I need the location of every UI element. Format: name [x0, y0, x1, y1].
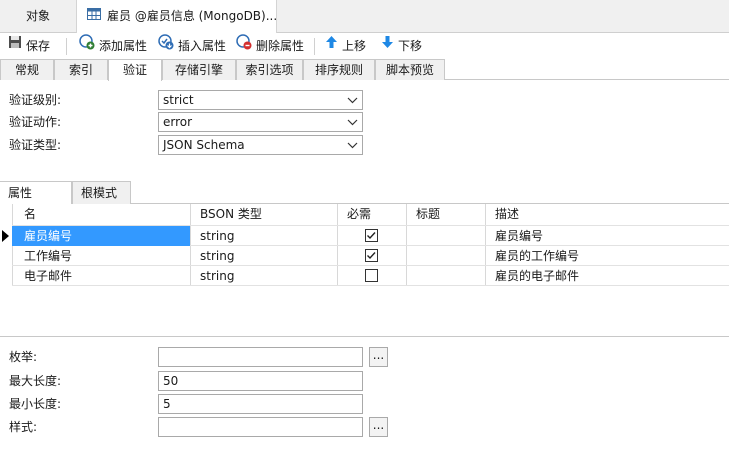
current-row-indicator-icon	[2, 230, 9, 242]
row-3-name[interactable]: 电子邮件	[24, 266, 72, 286]
row-1-required-checkbox[interactable]	[365, 229, 378, 242]
column-header-name[interactable]: 名	[24, 204, 36, 225]
chevron-down-icon	[347, 115, 358, 133]
tab-general[interactable]: 常规	[0, 59, 54, 80]
row-3-type[interactable]: string	[200, 266, 234, 286]
add-property-label: 添加属性	[99, 39, 148, 53]
tab-title: 雇员 @雇员信息 (MongoDB)...	[107, 9, 278, 23]
tab-indexes[interactable]: 索引	[54, 59, 108, 80]
min-length-label: 最小长度:	[9, 397, 62, 411]
save-icon	[8, 35, 22, 56]
insert-icon	[158, 34, 174, 57]
validation-type-value: JSON Schema	[163, 138, 245, 152]
validation-type-label: 验证类型:	[9, 138, 62, 152]
grid-divider	[12, 265, 729, 266]
tab-properties[interactable]: 属性	[0, 181, 72, 205]
row-2-type[interactable]: string	[200, 246, 234, 266]
move-down-label: 下移	[398, 39, 423, 53]
tab-script-preview[interactable]: 脚本预览	[375, 59, 445, 80]
checkmark-icon	[367, 252, 376, 260]
row-3-required-checkbox[interactable]	[365, 269, 378, 282]
tab-index-options[interactable]: 索引选项	[236, 59, 303, 80]
move-up-button[interactable]: 上移	[325, 36, 366, 57]
enum-browse-button[interactable]: ...	[369, 347, 388, 367]
delete-icon	[236, 34, 252, 57]
pattern-browse-button[interactable]: ...	[369, 417, 388, 437]
pattern-field[interactable]	[158, 417, 363, 437]
column-header-description[interactable]: 描述	[495, 204, 519, 225]
pattern-label: 样式:	[9, 420, 38, 434]
add-icon	[79, 34, 95, 57]
validation-level-value: strict	[163, 93, 194, 107]
enum-field[interactable]	[158, 347, 363, 367]
row-2-name[interactable]: 工作编号	[24, 246, 72, 266]
max-length-label: 最大长度:	[9, 374, 62, 388]
chevron-down-icon	[347, 93, 358, 111]
grid-divider	[12, 285, 729, 286]
tab-storage-engine[interactable]: 存储引擎	[162, 59, 236, 80]
add-property-button[interactable]: 添加属性	[79, 34, 148, 57]
enum-label: 枚举:	[9, 350, 38, 364]
validation-action-label: 验证动作:	[9, 115, 62, 129]
tab-validation[interactable]: 验证	[108, 59, 162, 81]
toolbar-separator	[314, 38, 315, 55]
save-button[interactable]: 保存	[8, 36, 50, 57]
row-3-description[interactable]: 雇员的电子邮件	[495, 266, 579, 286]
delete-property-label: 删除属性	[256, 39, 305, 53]
tab-root-schema[interactable]: 根模式	[72, 181, 131, 204]
validation-level-select[interactable]: strict	[158, 90, 363, 110]
column-header-bson-type[interactable]: BSON 类型	[200, 204, 262, 225]
checkmark-icon	[367, 232, 376, 240]
row-2-required-checkbox[interactable]	[365, 249, 378, 262]
tab-objects[interactable]: 对象	[0, 0, 77, 33]
tab-collation[interactable]: 排序规则	[303, 59, 375, 80]
document-tab-bar: 对象 雇员 @雇员信息 (MongoDB)...	[0, 0, 729, 34]
min-length-field[interactable]: 5	[158, 394, 363, 414]
arrow-down-icon	[381, 35, 394, 56]
column-header-required[interactable]: 必需	[347, 204, 371, 225]
tab-employee-collection[interactable]: 雇员 @雇员信息 (MongoDB)...	[77, 0, 277, 34]
toolbar-separator	[66, 38, 67, 55]
chevron-down-icon	[347, 138, 358, 156]
collection-grid-icon	[87, 1, 101, 33]
editor-tab-bar: 常规 索引 验证 存储引擎 索引选项 排序规则 脚本预览	[0, 59, 729, 81]
row-1-description[interactable]: 雇员编号	[495, 226, 543, 246]
validation-type-select[interactable]: JSON Schema	[158, 135, 363, 155]
properties-grid: 名 BSON 类型 必需 标题 描述 雇员编号 string 雇员编号 工作编号…	[0, 204, 729, 337]
toolbar: 保存 添加属性 插入属性 删除属性 上移 下移	[0, 33, 729, 60]
validation-action-value: error	[163, 115, 193, 129]
save-label: 保存	[26, 39, 51, 53]
insert-property-label: 插入属性	[178, 39, 227, 53]
move-down-button[interactable]: 下移	[381, 36, 422, 57]
row-1-name[interactable]: 雇员编号	[24, 226, 72, 246]
schema-tab-bar: 属性 根模式	[0, 181, 729, 205]
row-2-description[interactable]: 雇员的工作编号	[495, 246, 579, 266]
row-1-type[interactable]: string	[200, 226, 234, 246]
validation-level-label: 验证级别:	[9, 93, 62, 107]
delete-property-button[interactable]: 删除属性	[236, 34, 305, 57]
insert-property-button[interactable]: 插入属性	[158, 34, 227, 57]
column-header-title[interactable]: 标题	[416, 204, 440, 225]
validation-action-select[interactable]: error	[158, 112, 363, 132]
arrow-up-icon	[325, 35, 338, 56]
move-up-label: 上移	[342, 39, 367, 53]
max-length-field[interactable]: 50	[158, 371, 363, 391]
